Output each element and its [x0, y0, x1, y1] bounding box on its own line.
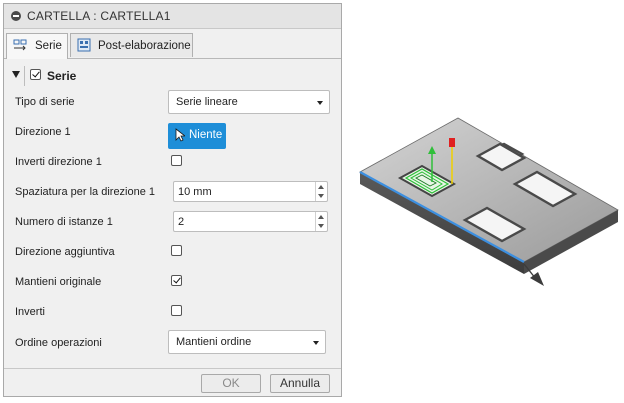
- inverti-direzione-1-label: Inverti direzione 1: [15, 156, 102, 168]
- mantieni-originale-label: Mantieni originale: [15, 276, 102, 288]
- dialog-title: CARTELLA : CARTELLA1: [27, 9, 171, 23]
- stepper-down-icon[interactable]: [318, 194, 324, 198]
- inverti-direzione-1-checkbox[interactable]: [171, 155, 182, 166]
- numero-istanze-label: Numero di istanze 1: [15, 216, 113, 228]
- tab-serie[interactable]: Serie: [6, 33, 68, 59]
- inverti-checkbox[interactable]: [171, 305, 182, 316]
- dialog-titlebar[interactable]: CARTELLA : CARTELLA1: [4, 4, 341, 29]
- tab-post-elaborazione-label: Post-elaborazione: [98, 40, 191, 52]
- post-processing-icon: [77, 38, 91, 52]
- spaziatura-value: 10 mm: [178, 185, 212, 198]
- ordine-operazioni-value: Mantieni ordine: [176, 336, 252, 348]
- section-serie-title: Serie: [47, 69, 77, 83]
- spaziatura-label: Spaziatura per la direzione 1: [15, 186, 156, 198]
- cursor-arrow-icon: [175, 128, 185, 142]
- ok-button[interactable]: OK: [201, 374, 261, 393]
- pattern-dialog: CARTELLA : CARTELLA1 Serie Post-elaboraz…: [3, 3, 342, 397]
- tipo-di-serie-label: Tipo di serie: [15, 96, 75, 108]
- stepper-up-icon[interactable]: [318, 215, 324, 219]
- axis-red-marker: [449, 138, 455, 147]
- ordine-operazioni-label: Ordine operazioni: [15, 337, 102, 349]
- direzione-1-select-button[interactable]: Niente: [168, 123, 226, 149]
- stepper-down-icon[interactable]: [318, 224, 324, 228]
- inverti-label: Inverti: [15, 306, 45, 318]
- spaziatura-stepper[interactable]: [315, 182, 327, 201]
- tab-post-elaborazione[interactable]: Post-elaborazione: [70, 33, 193, 57]
- chevron-down-icon: [313, 341, 319, 345]
- chevron-down-icon: [317, 101, 323, 105]
- tab-serie-label: Serie: [35, 40, 62, 52]
- stepper-up-icon[interactable]: [318, 185, 324, 189]
- pattern-icon: [13, 39, 27, 51]
- 3d-viewport[interactable]: [348, 98, 624, 298]
- numero-istanze-stepper[interactable]: [315, 212, 327, 231]
- divider: [24, 66, 25, 86]
- tipo-di-serie-value: Serie lineare: [176, 96, 238, 108]
- numero-istanze-value: 2: [178, 215, 185, 228]
- ordine-operazioni-dropdown[interactable]: Mantieni ordine: [168, 330, 326, 354]
- expand-triangle-icon[interactable]: [12, 71, 20, 78]
- numero-istanze-input[interactable]: 2: [173, 211, 328, 232]
- plate-model-render[interactable]: [348, 98, 624, 298]
- direzione-aggiuntiva-label: Direzione aggiuntiva: [15, 246, 115, 258]
- collapse-icon[interactable]: [11, 11, 21, 21]
- direzione-1-button-label: Niente: [189, 129, 223, 141]
- dialog-footer: OK Annulla: [4, 368, 341, 397]
- cancel-button[interactable]: Annulla: [270, 374, 330, 393]
- spaziatura-input[interactable]: 10 mm: [173, 181, 328, 202]
- direzione-1-label: Direzione 1: [15, 126, 71, 138]
- tab-bar: Serie Post-elaborazione: [4, 30, 341, 59]
- tipo-di-serie-dropdown[interactable]: Serie lineare: [168, 90, 330, 114]
- direzione-aggiuntiva-checkbox[interactable]: [171, 245, 182, 256]
- mantieni-originale-checkbox[interactable]: [171, 275, 182, 286]
- section-serie-header[interactable]: Serie: [12, 66, 212, 86]
- section-serie-checkbox[interactable]: [30, 69, 41, 80]
